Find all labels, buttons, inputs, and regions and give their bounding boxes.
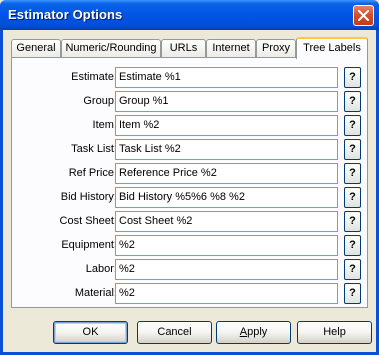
ref-price-label: Ref Price: — [68, 167, 117, 179]
item-label: Item: — [92, 119, 117, 131]
bid-history-field[interactable]: Bid History %5%6 %8 %2 — [115, 187, 338, 208]
tree-labels-panel: Estimate: Estimate %1 ? Group: Group %1 … — [11, 57, 368, 308]
field-row-material: Material: %2 ? — [12, 283, 369, 305]
equipment-field[interactable]: %2 — [115, 235, 338, 256]
field-row-ref-price: Ref Price: Reference Price %2 ? — [12, 163, 369, 185]
field-row-bid-history: Bid History: Bid History %5%6 %8 %2 ? — [12, 187, 369, 209]
field-row-task-list: Task List: Task List %2 ? — [12, 139, 369, 161]
tab-internet[interactable]: Internet — [206, 39, 256, 57]
apply-button[interactable]: Apply — [216, 321, 291, 344]
labor-help-button[interactable]: ? — [344, 259, 361, 280]
cancel-button[interactable]: Cancel — [137, 321, 212, 344]
labor-field[interactable]: %2 — [115, 259, 338, 280]
equipment-help-button[interactable]: ? — [344, 235, 361, 256]
group-label: Group: — [83, 95, 117, 107]
item-field[interactable]: Item %2 — [115, 115, 338, 136]
apply-label-rest: pply — [247, 326, 268, 338]
estimate-help-button[interactable]: ? — [344, 67, 361, 88]
window-title: Estimator Options — [8, 7, 123, 22]
bid-history-label: Bid History: — [60, 191, 117, 203]
material-label: Material: — [74, 287, 117, 299]
tab-general[interactable]: General — [11, 39, 61, 57]
task-list-help-button[interactable]: ? — [344, 139, 361, 160]
cost-sheet-field[interactable]: Cost Sheet %2 — [115, 211, 338, 232]
field-row-labor: Labor: %2 ? — [12, 259, 369, 281]
group-field[interactable]: Group %1 — [115, 91, 338, 112]
cost-sheet-help-button[interactable]: ? — [344, 211, 361, 232]
field-row-group: Group: Group %1 ? — [12, 91, 369, 113]
estimate-field[interactable]: Estimate %1 — [115, 67, 338, 88]
material-field[interactable]: %2 — [115, 283, 338, 304]
task-list-label: Task List: — [71, 143, 117, 155]
options-dialog: Estimator Options General Numeric/Roundi… — [0, 0, 379, 355]
material-help-button[interactable]: ? — [344, 283, 361, 304]
close-icon — [358, 10, 369, 21]
bid-history-help-button[interactable]: ? — [344, 187, 361, 208]
cost-sheet-label: Cost Sheet: — [59, 215, 117, 227]
tab-urls[interactable]: URLs — [161, 39, 206, 57]
tab-proxy[interactable]: Proxy — [256, 39, 296, 57]
ref-price-help-button[interactable]: ? — [344, 163, 361, 184]
title-bar[interactable]: Estimator Options — [0, 0, 379, 30]
labor-label: Labor: — [85, 263, 117, 275]
field-row-item: Item: Item %2 ? — [12, 115, 369, 137]
apply-mnemonic: A — [239, 326, 248, 338]
close-button[interactable] — [353, 5, 374, 26]
equipment-label: Equipment: — [61, 239, 117, 251]
ok-button[interactable]: OK — [53, 321, 128, 344]
field-row-estimate: Estimate: Estimate %1 ? — [12, 67, 369, 89]
field-row-equipment: Equipment: %2 ? — [12, 235, 369, 257]
estimate-label: Estimate: — [71, 71, 117, 83]
group-help-button[interactable]: ? — [344, 91, 361, 112]
help-button[interactable]: Help — [297, 321, 372, 344]
task-list-field[interactable]: Task List %2 — [115, 139, 338, 160]
ref-price-field[interactable]: Reference Price %2 — [115, 163, 338, 184]
item-help-button[interactable]: ? — [344, 115, 361, 136]
tab-tree-labels[interactable]: Tree Labels — [296, 37, 368, 59]
tab-numeric-rounding[interactable]: Numeric/Rounding — [61, 39, 161, 57]
field-row-cost-sheet: Cost Sheet: Cost Sheet %2 ? — [12, 211, 369, 233]
